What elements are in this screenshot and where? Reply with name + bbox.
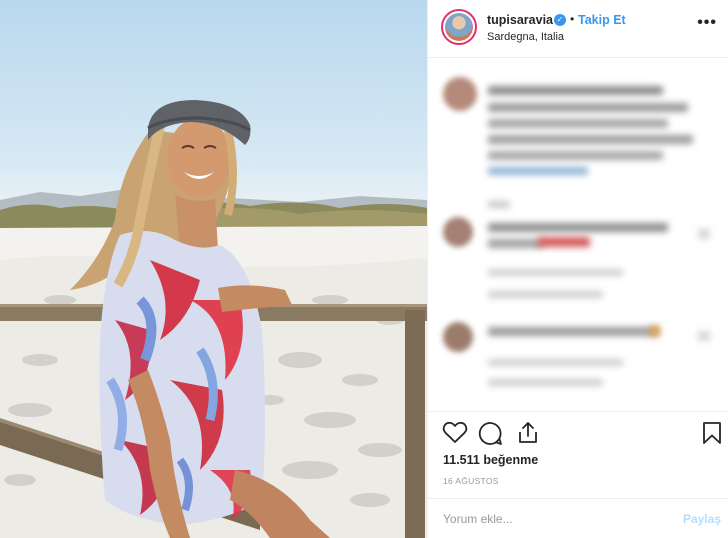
heart-icon[interactable]: [442, 421, 468, 445]
blurred-caption-line: [488, 86, 663, 95]
post-actions: 11.511 beğenme 16 AĞUSTOS Paylaş: [428, 411, 728, 537]
location-link[interactable]: Sardegna, Italia: [487, 31, 564, 43]
commenter-avatar: [443, 77, 477, 111]
post-date[interactable]: 16 AĞUSTOS: [443, 476, 499, 486]
blurred-caption-line: [488, 151, 663, 160]
blurred-comment-line: [488, 327, 658, 336]
commenter-avatar: [443, 322, 473, 352]
comment-input[interactable]: [443, 508, 663, 530]
blurred-replies-link: [488, 291, 603, 298]
separator-dot: •: [570, 12, 575, 26]
blurred-comment-emoji: [650, 326, 660, 336]
blurred-like-icon: [698, 331, 710, 341]
blurred-caption-date: [488, 201, 510, 208]
comment-icon[interactable]: [478, 421, 503, 446]
blurred-caption-line: [488, 119, 668, 128]
blurred-caption-tags: [488, 167, 588, 175]
commenter-avatar: [443, 217, 473, 247]
username-link[interactable]: tupisaravia: [487, 13, 553, 27]
more-options-icon[interactable]: •••: [697, 14, 717, 32]
avatar[interactable]: [441, 9, 477, 45]
blurred-comment-line: [488, 223, 668, 232]
share-icon[interactable]: [516, 420, 540, 445]
avatar-image: [445, 13, 473, 41]
blurred-comment-meta: [488, 359, 623, 366]
comment-form: Paylaş: [428, 498, 728, 538]
post-header: tupisaravia ✓ • Takip Et Sardegna, Itali…: [428, 0, 728, 58]
post-side-panel: tupisaravia ✓ • Takip Et Sardegna, Itali…: [427, 0, 728, 538]
blurred-caption-line: [488, 135, 693, 144]
post-comment-button[interactable]: Paylaş: [683, 512, 721, 526]
blurred-comment-line: [488, 239, 543, 248]
verified-badge-icon: ✓: [554, 14, 566, 26]
instagram-post: tupisaravia ✓ • Takip Et Sardegna, Itali…: [0, 0, 728, 538]
follow-button[interactable]: Takip Et: [578, 13, 626, 27]
post-photo[interactable]: [0, 0, 427, 538]
blurred-caption-line: [488, 103, 688, 112]
comments-list: [428, 59, 728, 411]
blurred-comment-emoji: [538, 237, 590, 247]
bookmark-icon[interactable]: [702, 421, 722, 445]
blurred-replies-link: [488, 379, 603, 386]
beach-photo-illustration: [0, 100, 427, 538]
likes-count[interactable]: 11.511 beğenme: [443, 453, 538, 467]
blurred-comment-meta: [488, 269, 623, 276]
blurred-like-icon: [698, 229, 710, 239]
